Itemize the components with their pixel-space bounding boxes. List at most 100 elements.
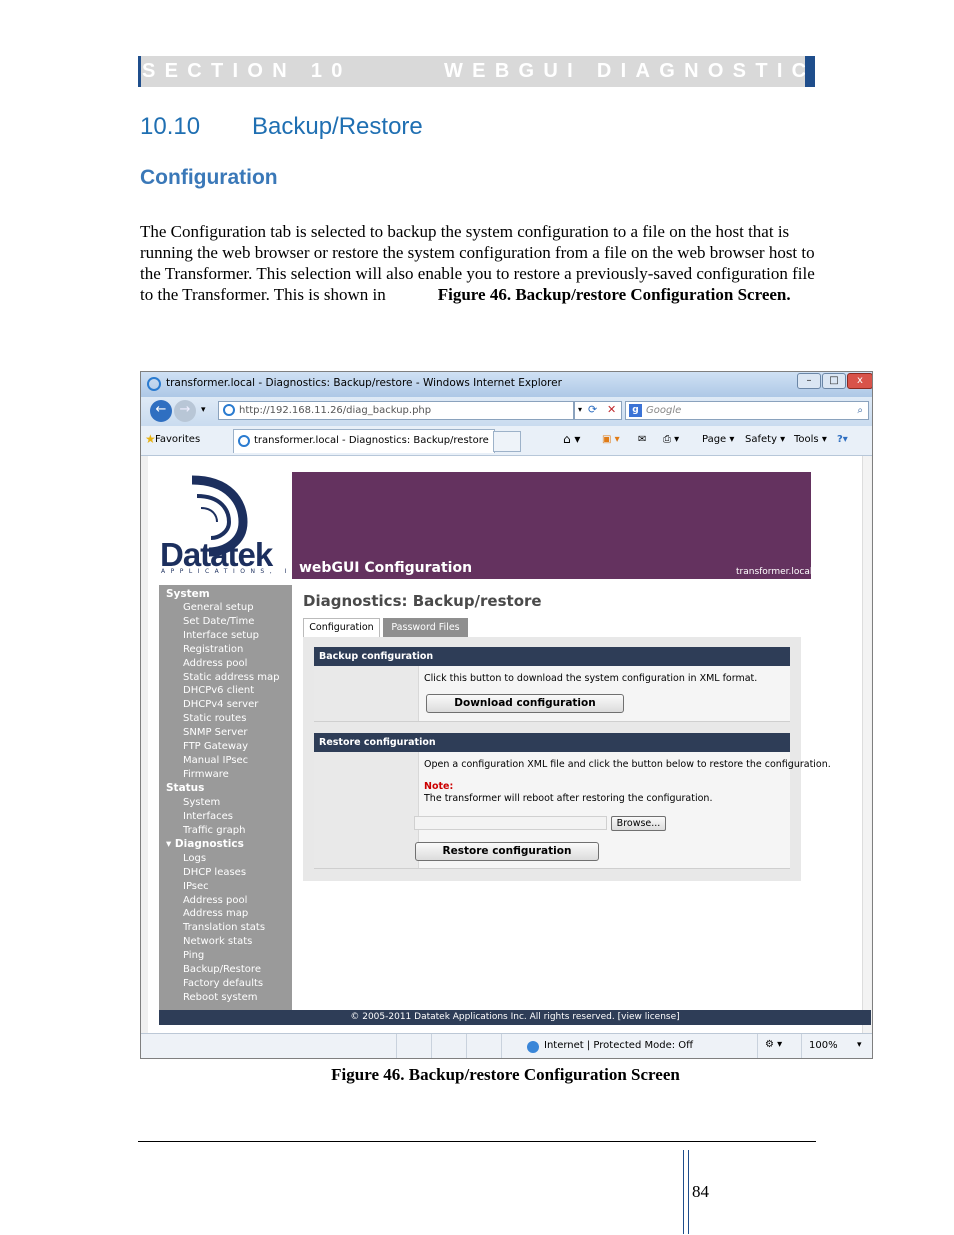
tab-panel: Backup configuration Click this button t… <box>303 637 831 881</box>
nav-item[interactable]: DHCPv4 server <box>183 699 258 710</box>
sidebar-nav: System General setup Set Date/Time Inter… <box>159 585 292 1010</box>
zoom-dropdown-icon[interactable]: ▾ <box>857 1040 862 1050</box>
nav-item[interactable]: Interface setup <box>183 630 259 641</box>
nav-item-backup-restore[interactable]: Backup/Restore <box>183 964 261 975</box>
section-left-bar <box>138 56 141 87</box>
stop-icon[interactable]: ✕ <box>607 402 616 418</box>
subheading: Configuration <box>140 166 278 189</box>
minimize-icon[interactable]: – <box>797 373 821 389</box>
url-field[interactable]: http://192.168.11.26/diag_backup.php <box>218 401 574 420</box>
nav-item[interactable]: General setup <box>183 602 254 613</box>
maximize-icon[interactable]: □ <box>822 373 846 389</box>
body-paragraph: The Configuration tab is selected to bac… <box>140 221 816 305</box>
status-divider <box>501 1034 502 1058</box>
backup-label-column <box>314 666 419 721</box>
search-field[interactable]: g Google ⌕ <box>625 401 869 420</box>
nav-item[interactable]: DHCPv6 client <box>183 685 254 696</box>
browser-screenshot: transformer.local - Diagnostics: Backup/… <box>140 371 873 1059</box>
nav-item[interactable]: SNMP Server <box>183 727 247 738</box>
nav-item[interactable]: Factory defaults <box>183 978 263 989</box>
page-number: 84 <box>692 1182 709 1201</box>
nav-item[interactable]: Translation stats <box>183 922 265 933</box>
nav-item[interactable]: Address pool <box>183 658 247 669</box>
tab-password-files[interactable]: Password Files <box>383 618 468 637</box>
nav-item[interactable]: Set Date/Time <box>183 616 254 627</box>
help-icon[interactable]: ?▾ <box>837 434 848 445</box>
file-path-input[interactable] <box>414 816 607 830</box>
banner-title: webGUI Configuration <box>299 560 473 576</box>
nav-item[interactable]: IPsec <box>183 881 209 892</box>
restore-configuration-button[interactable]: Restore configuration <box>415 842 599 861</box>
mail-icon[interactable]: ✉ <box>638 434 646 445</box>
banner-hostname: transformer.local <box>736 567 813 577</box>
nav-item[interactable]: Address map <box>183 908 248 919</box>
backup-description: Click this button to download the system… <box>424 673 758 684</box>
new-tab-button[interactable] <box>493 431 521 452</box>
nav-item[interactable]: Network stats <box>183 936 252 947</box>
feeds-icon[interactable]: ▣ ▾ <box>602 434 620 445</box>
safety-menu[interactable]: Safety ▾ <box>745 434 785 445</box>
status-divider <box>801 1034 802 1058</box>
zoom-level[interactable]: 100% <box>809 1040 838 1051</box>
section-header-band: SECTION 10 WEBGUI DIAGNOSTICS <box>138 56 829 87</box>
page-footer: © 2005-2011 Datatek Applications Inc. Al… <box>159 1010 871 1025</box>
page-number-bar <box>683 1150 689 1234</box>
nav-header-diagnostics[interactable]: ▾ Diagnostics <box>166 838 244 850</box>
forward-icon[interactable]: → <box>174 400 196 422</box>
status-divider <box>396 1034 397 1058</box>
vertical-scrollbar[interactable] <box>862 456 871 1033</box>
restore-label-column <box>314 752 419 868</box>
download-configuration-button[interactable]: Download configuration <box>426 694 624 713</box>
nav-header-status[interactable]: Status <box>166 782 204 794</box>
page-title: Diagnostics: Backup/restore <box>303 592 542 610</box>
nav-item[interactable]: Static address map <box>183 672 279 683</box>
browser-tab[interactable]: transformer.local - Diagnostics: Backup/… <box>233 429 495 453</box>
browser-statusbar: Internet | Protected Mode: Off ⚙ ▾ 100% … <box>141 1033 872 1058</box>
url-dropdown-icon[interactable]: ▾ <box>578 402 582 418</box>
browse-button[interactable]: Browse... <box>611 816 666 831</box>
page-menu[interactable]: Page ▾ <box>702 434 734 445</box>
home-icon[interactable]: ⌂ ▾ <box>563 432 580 446</box>
restore-description: Open a configuration XML file and click … <box>424 759 831 770</box>
refresh-icon[interactable]: ⟳ <box>588 402 597 418</box>
heading-main: 10.10 Backup/Restore <box>140 113 423 141</box>
history-dropdown-icon[interactable]: ▾ <box>201 405 206 415</box>
restore-note-text: The transformer will reboot after restor… <box>424 793 713 804</box>
back-icon[interactable]: ← <box>150 400 172 422</box>
url-text: http://192.168.11.26/diag_backup.php <box>239 405 432 416</box>
nav-item[interactable]: Reboot system <box>183 992 258 1003</box>
favorites-button[interactable]: Favorites <box>155 434 200 445</box>
figure-caption: Figure 46. Backup/restore Configuration … <box>331 1065 680 1084</box>
nav-item[interactable]: Manual IPsec <box>183 755 248 766</box>
nav-header-system[interactable]: System <box>166 588 210 600</box>
protected-mode-icon[interactable]: ⚙ ▾ <box>765 1039 782 1050</box>
backup-section-body: Click this button to download the system… <box>314 666 790 722</box>
restore-section-header: Restore configuration <box>314 733 790 752</box>
nav-item[interactable]: Logs <box>183 853 206 864</box>
nav-item[interactable]: Ping <box>183 950 204 961</box>
nav-item[interactable]: Firmware <box>183 769 229 780</box>
internet-zone-icon <box>527 1041 539 1053</box>
section-title: WEBGUI DIAGNOSTICS <box>444 60 839 82</box>
nav-item[interactable]: Traffic graph <box>183 825 246 836</box>
search-icon[interactable]: ⌕ <box>857 402 863 419</box>
close-icon[interactable]: x <box>847 373 872 389</box>
status-divider <box>431 1034 432 1058</box>
tools-menu[interactable]: Tools ▾ <box>794 434 827 445</box>
nav-item[interactable]: Static routes <box>183 713 246 724</box>
tab-title: transformer.local - Diagnostics: Backup/… <box>254 435 489 446</box>
page-icon <box>223 404 235 416</box>
print-icon[interactable]: ⎙ ▾ <box>663 434 679 445</box>
nav-item[interactable]: Address pool <box>183 895 247 906</box>
nav-item[interactable]: Interfaces <box>183 811 233 822</box>
nav-item[interactable]: DHCP leases <box>183 867 246 878</box>
nav-item[interactable]: System <box>183 797 220 808</box>
nav-item[interactable]: Registration <box>183 644 243 655</box>
address-bar: ← → ▾ http://192.168.11.26/diag_backup.p… <box>141 397 872 426</box>
nav-item[interactable]: FTP Gateway <box>183 741 248 752</box>
google-icon: g <box>629 404 642 417</box>
status-zone: Internet | Protected Mode: Off <box>544 1040 694 1051</box>
tab-configuration[interactable]: Configuration <box>303 618 380 638</box>
section-label: SECTION 10 <box>142 60 352 82</box>
tab-page-icon <box>238 435 250 447</box>
